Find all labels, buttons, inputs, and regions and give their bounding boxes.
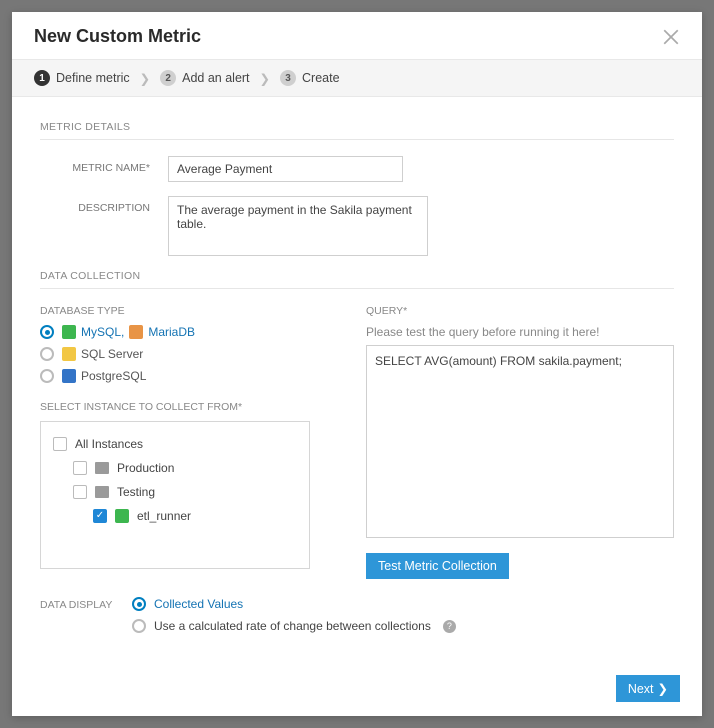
radio-icon: [40, 347, 54, 361]
query-textarea[interactable]: SELECT AVG(amount) FROM sakila.payment;: [366, 345, 674, 538]
modal-body: METRIC DETAILS METRIC NAME* DESCRIPTION …: [12, 97, 702, 661]
instance-label: SELECT INSTANCE TO COLLECT FROM*: [40, 401, 348, 413]
wizard-step-define[interactable]: 1 Define metric: [34, 70, 130, 86]
tree-all-instances[interactable]: All Instances: [53, 432, 297, 456]
radio-icon: [132, 597, 146, 611]
database-type-label: DATABASE TYPE: [40, 305, 348, 317]
radio-icon: [40, 325, 54, 339]
mysql-icon: [115, 509, 129, 523]
modal-header: New Custom Metric: [12, 12, 702, 59]
modal-title: New Custom Metric: [34, 26, 201, 47]
data-display-label: DATA DISPLAY: [40, 597, 116, 611]
db-option-sqlserver[interactable]: SQL Server: [40, 347, 348, 361]
checkbox[interactable]: [73, 461, 87, 475]
display-option-rate[interactable]: Use a calculated rate of change between …: [132, 619, 456, 633]
radio-icon: [132, 619, 146, 633]
display-option-collected[interactable]: Collected Values: [132, 597, 456, 611]
chevron-right-icon: ❯: [260, 71, 270, 86]
next-button[interactable]: Next ❯: [616, 675, 680, 702]
tree-group-testing[interactable]: Testing: [53, 480, 297, 504]
mysql-icon: [62, 325, 76, 339]
chevron-right-icon: ❯: [658, 681, 668, 696]
metric-name-label: METRIC NAME*: [40, 156, 150, 174]
description-label: DESCRIPTION: [40, 196, 150, 214]
radio-icon: [40, 369, 54, 383]
new-custom-metric-modal: New Custom Metric 1 Define metric ❯ 2 Ad…: [12, 12, 702, 716]
checkbox[interactable]: [53, 437, 67, 451]
modal-footer: Next ❯: [12, 661, 702, 716]
wizard-step-create[interactable]: 3 Create: [280, 70, 340, 86]
checkbox[interactable]: [93, 509, 107, 523]
checkbox[interactable]: [73, 485, 87, 499]
help-icon[interactable]: ?: [443, 620, 456, 633]
postgres-icon: [62, 369, 76, 383]
db-option-postgres[interactable]: PostgreSQL: [40, 369, 348, 383]
db-option-mysql[interactable]: MySQL, MariaDB: [40, 325, 348, 339]
close-icon[interactable]: [662, 28, 680, 46]
test-metric-button[interactable]: Test Metric Collection: [366, 553, 509, 579]
tree-group-production[interactable]: Production: [53, 456, 297, 480]
section-data-collection: DATA COLLECTION: [40, 270, 674, 289]
tree-node-etl-runner[interactable]: etl_runner: [53, 504, 297, 528]
query-label: QUERY*: [366, 305, 674, 317]
instance-tree: All Instances Production Testing: [40, 421, 310, 569]
metric-name-input[interactable]: [168, 156, 403, 182]
section-metric-details: METRIC DETAILS: [40, 121, 674, 140]
query-hint: Please test the query before running it …: [366, 325, 674, 339]
database-type-radios: MySQL, MariaDB SQL Server: [40, 325, 348, 383]
chevron-right-icon: ❯: [140, 71, 150, 86]
folder-icon: [95, 486, 109, 498]
wizard-step-alert[interactable]: 2 Add an alert: [160, 70, 249, 86]
sqlserver-icon: [62, 347, 76, 361]
description-textarea[interactable]: The average payment in the Sakila paymen…: [168, 196, 428, 256]
mariadb-icon: [129, 325, 143, 339]
folder-icon: [95, 462, 109, 474]
wizard-steps: 1 Define metric ❯ 2 Add an alert ❯ 3 Cre…: [12, 59, 702, 97]
